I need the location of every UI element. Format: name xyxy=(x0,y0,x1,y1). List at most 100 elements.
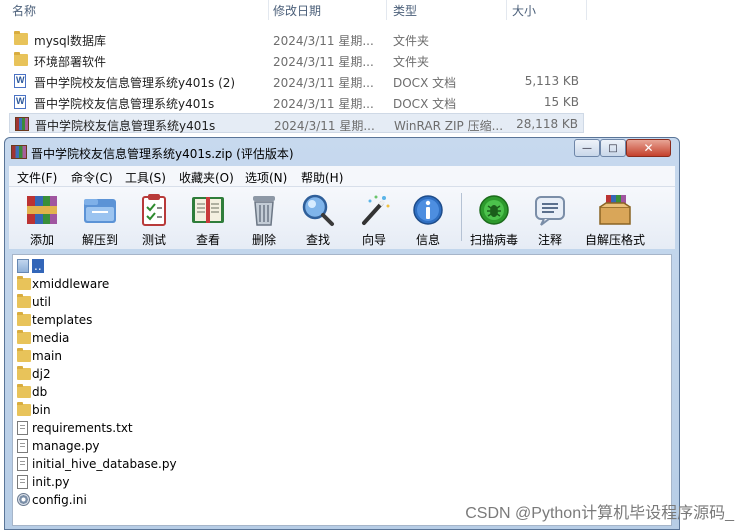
add-label: 添加 xyxy=(29,233,54,247)
menu-tools[interactable]: 工具(S) xyxy=(125,169,166,186)
file-type: WinRAR ZIP 压缩... xyxy=(394,119,504,133)
explorer-row[interactable]: 晋中学院校友信息管理系统y401s 2024/3/11 星期... DOCX 文… xyxy=(10,92,585,112)
list-item-name: config.ini xyxy=(32,493,87,507)
delete-button[interactable]: 删除 xyxy=(237,189,291,247)
list-item-name: util xyxy=(32,295,51,309)
column-size-header[interactable]: 大小 xyxy=(512,2,536,19)
list-item[interactable]: xmiddleware xyxy=(17,275,657,293)
text-file-icon xyxy=(17,475,31,489)
text-file-icon xyxy=(17,439,31,453)
menu-commands[interactable]: 命令(C) xyxy=(71,169,113,186)
winrar-archive-icon xyxy=(15,117,29,131)
file-name: 环境部署软件 xyxy=(34,55,107,69)
view-book-icon xyxy=(190,193,226,227)
list-item[interactable]: media xyxy=(17,329,657,347)
view-button[interactable]: 查看 xyxy=(181,189,235,247)
explorer-row-selected[interactable]: 晋中学院校友信息管理系统y401s 2024/3/11 星期... WinRAR… xyxy=(9,113,584,133)
folder-icon xyxy=(17,312,31,327)
explorer-row[interactable]: mysql数据库 2024/3/11 星期... 文件夹 xyxy=(10,29,585,49)
delete-trash-icon xyxy=(246,193,282,227)
list-item-name: .. xyxy=(32,259,44,273)
list-item[interactable]: requirements.txt xyxy=(17,419,657,437)
scan-virus-button[interactable]: 扫描病毒 xyxy=(467,189,521,247)
column-divider[interactable] xyxy=(586,0,587,20)
list-item[interactable]: initial_hive_database.py xyxy=(17,455,657,473)
list-item-name: templates xyxy=(32,313,93,327)
list-item[interactable]: main xyxy=(17,347,657,365)
folder-icon xyxy=(14,31,28,46)
menu-help[interactable]: 帮助(H) xyxy=(301,169,343,186)
folder-icon xyxy=(17,348,31,363)
sfx-box-icon xyxy=(597,193,633,227)
column-divider[interactable] xyxy=(386,0,387,20)
file-type: 文件夹 xyxy=(393,34,430,48)
menu-file[interactable]: 文件(F) xyxy=(17,169,57,186)
menu-bar: 文件(F) 命令(C) 工具(S) 收藏夹(O) 选项(N) 帮助(H) xyxy=(9,166,675,186)
list-item[interactable]: dj2 xyxy=(17,365,657,383)
winrar-archive-icon xyxy=(11,145,27,159)
list-item-name: initial_hive_database.py xyxy=(32,457,177,471)
extract-to-icon xyxy=(82,193,118,227)
list-item[interactable]: db xyxy=(17,383,657,401)
list-item[interactable]: .. xyxy=(17,257,657,275)
text-file-icon xyxy=(17,421,31,435)
docx-icon xyxy=(14,74,28,88)
view-label: 查看 xyxy=(195,233,220,247)
archive-file-list[interactable]: .. xmiddleware util templates media main… xyxy=(12,254,672,526)
parent-folder-icon xyxy=(17,259,31,273)
folder-icon xyxy=(17,384,31,399)
list-item[interactable]: manage.py xyxy=(17,437,657,455)
file-date: 2024/3/11 星期... xyxy=(273,34,374,48)
list-item-name: main xyxy=(32,349,62,363)
folder-icon xyxy=(17,366,31,381)
toolbar: 添加 解压到 测试 查看 删除 查找 向导 信息 扫描病毒 注释 自解压格式 xyxy=(9,186,675,249)
list-item-name: bin xyxy=(32,403,51,417)
comment-label: 注释 xyxy=(537,233,562,247)
menu-favorites[interactable]: 收藏夹(O) xyxy=(179,169,234,186)
list-item-name: dj2 xyxy=(32,367,51,381)
list-item-name: db xyxy=(32,385,48,399)
list-item[interactable]: templates xyxy=(17,311,657,329)
file-size: 15 KB xyxy=(543,95,579,109)
folder-icon xyxy=(17,276,31,291)
add-button[interactable]: 添加 xyxy=(15,189,69,247)
sfx-button[interactable]: 自解压格式 xyxy=(583,189,647,247)
explorer-row[interactable]: 环境部署软件 2024/3/11 星期... 文件夹 xyxy=(10,50,585,70)
title-bar[interactable]: 晋中学院校友信息管理系统y401s.zip (评估版本) — □ ✕ xyxy=(5,138,679,166)
column-name-header[interactable]: 名称 xyxy=(12,2,36,19)
add-archive-icon xyxy=(24,193,60,227)
comment-button[interactable]: 注释 xyxy=(523,189,577,247)
menu-options[interactable]: 选项(N) xyxy=(245,169,287,186)
info-button[interactable]: 信息 xyxy=(401,189,455,247)
column-divider[interactable] xyxy=(506,0,507,20)
list-item[interactable]: bin xyxy=(17,401,657,419)
file-date: 2024/3/11 星期... xyxy=(273,76,374,90)
find-button[interactable]: 查找 xyxy=(291,189,345,247)
folder-icon xyxy=(17,402,31,417)
file-name: 晋中学院校友信息管理系统y401s xyxy=(35,119,216,133)
test-button[interactable]: 测试 xyxy=(127,189,181,247)
column-divider[interactable] xyxy=(268,0,269,20)
list-item-name: requirements.txt xyxy=(32,421,133,435)
maximize-button[interactable]: □ xyxy=(600,139,626,157)
info-icon xyxy=(410,193,446,227)
extract-to-button[interactable]: 解压到 xyxy=(73,189,127,247)
file-date: 2024/3/11 星期... xyxy=(273,97,374,111)
wizard-label: 向导 xyxy=(361,233,386,247)
list-item[interactable]: init.py xyxy=(17,473,657,491)
find-label: 查找 xyxy=(305,233,330,247)
file-date: 2024/3/11 星期... xyxy=(273,55,374,69)
minimize-button[interactable]: — xyxy=(574,139,600,157)
column-type-header[interactable]: 类型 xyxy=(393,2,417,19)
toolbar-divider xyxy=(461,193,462,241)
list-item[interactable]: util xyxy=(17,293,657,311)
column-date-header[interactable]: 修改日期 xyxy=(273,2,321,19)
list-item-name: xmiddleware xyxy=(32,277,110,291)
close-button[interactable]: ✕ xyxy=(626,139,671,157)
delete-label: 删除 xyxy=(251,233,276,247)
wizard-button[interactable]: 向导 xyxy=(347,189,401,247)
file-type: DOCX 文档 xyxy=(393,76,457,90)
sfx-label: 自解压格式 xyxy=(584,233,645,247)
explorer-row[interactable]: 晋中学院校友信息管理系统y401s (2) 2024/3/11 星期... DO… xyxy=(10,71,585,91)
virus-scan-icon xyxy=(476,193,512,227)
